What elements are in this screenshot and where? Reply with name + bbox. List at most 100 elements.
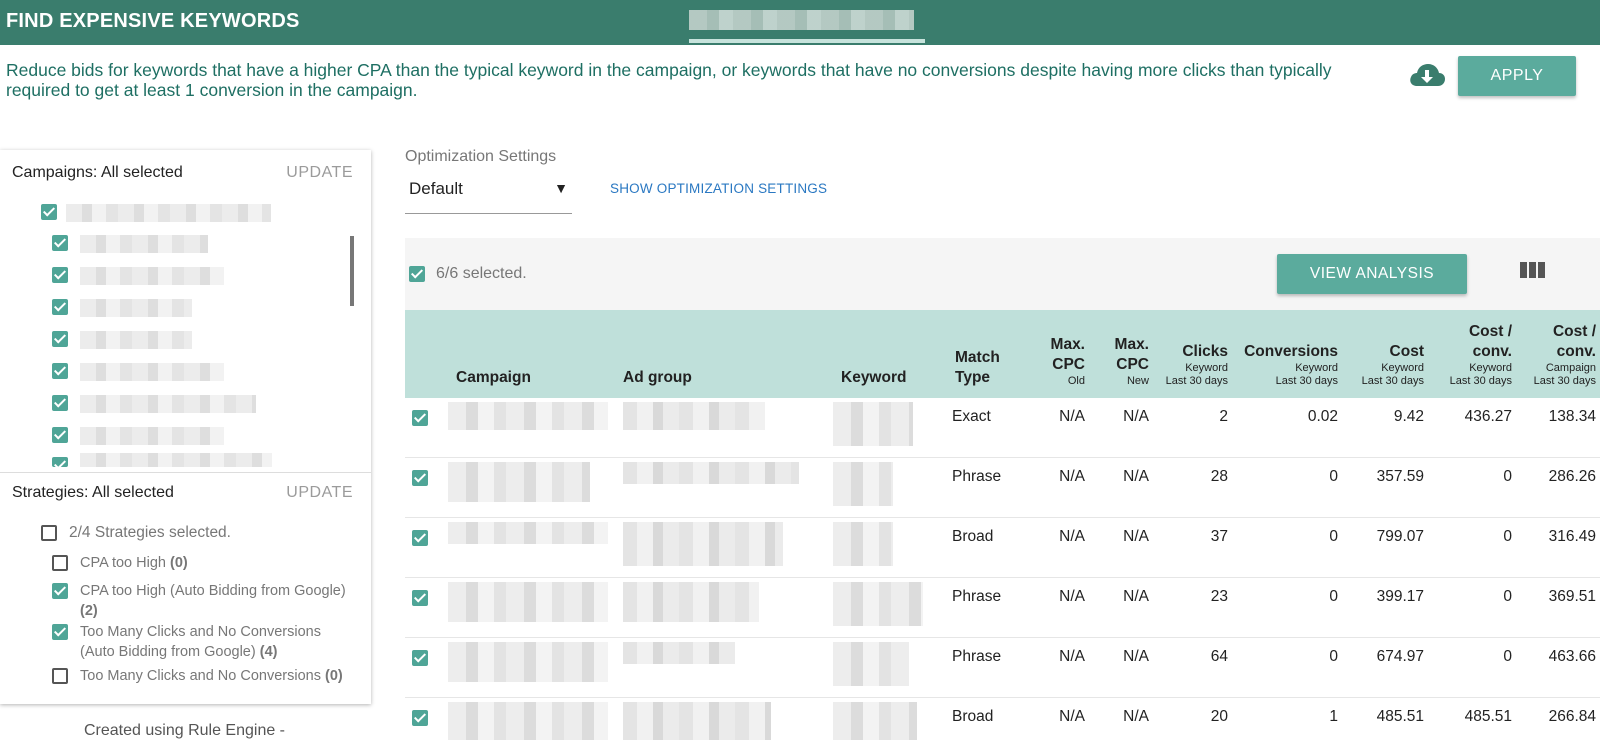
redacted-campaign-name [80, 395, 256, 413]
table-row[interactable]: Phrase N/A N/A 64 0 674.97 0 463.66 [405, 638, 1600, 698]
campaign-checkbox[interactable] [52, 235, 68, 251]
strategy-checkbox-too-many-clicks-auto[interactable] [52, 624, 68, 640]
redacted-keyword [833, 642, 909, 686]
max-cpc-old: N/A [1059, 708, 1085, 725]
campaigns-update-button[interactable]: UPDATE [286, 164, 353, 182]
columns-icon[interactable] [1520, 260, 1546, 280]
clicks: 64 [1210, 648, 1228, 665]
apply-button[interactable]: APPLY [1458, 56, 1576, 96]
campaign-checkbox[interactable] [52, 427, 68, 443]
row-checkbox[interactable] [412, 530, 428, 546]
row-checkbox[interactable] [412, 590, 428, 606]
cost-per-conv-campaign: 266.84 [1548, 708, 1596, 725]
strategy-checkbox-cpa-too-high[interactable] [52, 555, 68, 571]
col-ad-group[interactable]: Ad group [623, 368, 692, 388]
redacted-keyword [833, 582, 923, 626]
max-cpc-new: N/A [1123, 708, 1149, 725]
cost: 399.17 [1376, 588, 1424, 605]
strategies-summary: 2/4 Strategies selected. [69, 524, 231, 541]
redacted-campaign [448, 702, 608, 740]
col-keyword[interactable]: Keyword [841, 368, 906, 388]
max-cpc-new: N/A [1123, 588, 1149, 605]
campaign-list-scrollbar[interactable] [350, 236, 354, 306]
col-clicks[interactable]: Clicks Keyword Last 30 days [1145, 342, 1228, 388]
row-checkbox[interactable] [412, 650, 428, 666]
campaign-checkbox[interactable] [52, 457, 68, 467]
redacted-campaign [448, 582, 608, 622]
optimization-settings-value: Default [409, 179, 463, 198]
header-tab-redacted[interactable] [689, 8, 925, 43]
conversions: 1 [1329, 708, 1338, 725]
cost-per-conv-campaign: 138.34 [1548, 408, 1596, 425]
conversions: 0.02 [1307, 408, 1338, 425]
optimization-settings-select[interactable]: Default ▼ [405, 176, 572, 214]
max-cpc-new: N/A [1123, 648, 1149, 665]
redacted-ad-group [623, 402, 765, 430]
active-tab-underline [689, 39, 925, 43]
redacted-keyword [833, 462, 893, 506]
match-type: Phrase [952, 648, 1002, 665]
cloud-download-icon[interactable] [1408, 60, 1446, 90]
cost-per-conv-keyword: 0 [1503, 588, 1512, 605]
redacted-keyword [833, 402, 913, 446]
max-cpc-new: N/A [1123, 468, 1149, 485]
table-row[interactable]: Broad N/A N/A 20 1 485.51 485.51 266.84 [405, 698, 1600, 744]
strategy-checkbox-cpa-too-high-auto[interactable] [52, 583, 68, 599]
redacted-ad-group [623, 462, 799, 484]
strategy-checkbox-too-many-clicks[interactable] [52, 668, 68, 684]
redacted-campaign-name [80, 453, 272, 467]
cost: 485.51 [1376, 708, 1424, 725]
match-type: Phrase [952, 588, 1002, 605]
col-conversions[interactable]: Conversions Keyword Last 30 days [1228, 342, 1338, 388]
show-optimization-settings-link[interactable]: SHOW OPTIMIZATION SETTINGS [610, 181, 827, 196]
table-row[interactable]: Phrase N/A N/A 23 0 399.17 0 369.51 [405, 578, 1600, 638]
col-cost-per-conv-keyword[interactable]: Cost / conv. Keyword Last 30 days [1424, 322, 1512, 388]
row-checkbox[interactable] [412, 470, 428, 486]
campaign-checkbox[interactable] [52, 395, 68, 411]
conversions: 0 [1329, 588, 1338, 605]
table-row[interactable]: Exact N/A N/A 2 0.02 9.42 436.27 138.34 [405, 398, 1600, 458]
clicks: 37 [1210, 528, 1228, 545]
row-checkbox[interactable] [412, 410, 428, 426]
strategies-select-all-checkbox[interactable] [41, 525, 57, 541]
redacted-campaign [448, 462, 590, 502]
cost-per-conv-keyword: 436.27 [1464, 408, 1512, 425]
page-title: FIND EXPENSIVE KEYWORDS [6, 10, 300, 32]
col-campaign[interactable]: Campaign [456, 368, 531, 388]
redacted-ad-group [623, 642, 735, 664]
table-header: Campaign Ad group Keyword Match Type Max.… [405, 310, 1600, 398]
col-cost-per-conv-campaign[interactable]: Cost / conv. Campaign Last 30 days [1512, 322, 1596, 388]
col-max-cpc-old[interactable]: Max. CPC Old [1015, 335, 1085, 388]
match-type: Phrase [952, 468, 1002, 485]
campaign-checkbox[interactable] [52, 299, 68, 315]
app-header: FIND EXPENSIVE KEYWORDS [0, 0, 1600, 45]
view-analysis-button[interactable]: VIEW ANALYSIS [1277, 254, 1467, 294]
col-cost[interactable]: Cost Keyword Last 30 days [1338, 342, 1424, 388]
campaign-checkbox[interactable] [52, 267, 68, 283]
clicks: 20 [1210, 708, 1228, 725]
select-all-checkbox[interactable] [409, 266, 425, 282]
clicks: 23 [1210, 588, 1228, 605]
col-max-cpc-new[interactable]: Max. CPC New [1085, 335, 1149, 388]
campaign-select-all-checkbox[interactable] [41, 204, 57, 220]
strategies-update-button[interactable]: UPDATE [286, 484, 353, 502]
strategy-label: Too Many Clicks and No Conversions (Auto… [80, 624, 321, 660]
row-checkbox[interactable] [412, 710, 428, 726]
redacted-campaign-name [80, 331, 192, 349]
redacted-keyword [833, 702, 917, 740]
table-row[interactable]: Broad N/A N/A 37 0 799.07 0 316.49 [405, 518, 1600, 578]
redacted-campaign [448, 402, 608, 430]
max-cpc-old: N/A [1059, 408, 1085, 425]
clicks: 28 [1210, 468, 1228, 485]
col-match-type[interactable]: Match Type [955, 348, 1000, 388]
clicks: 2 [1219, 408, 1228, 425]
max-cpc-old: N/A [1059, 468, 1085, 485]
cost: 799.07 [1376, 528, 1424, 545]
table-row[interactable]: Phrase N/A N/A 28 0 357.59 0 286.26 [405, 458, 1600, 518]
redacted-ad-group [623, 702, 771, 740]
panel-divider [0, 472, 371, 473]
redacted-campaign-name [66, 204, 271, 222]
campaign-checkbox[interactable] [52, 331, 68, 347]
page-description: Reduce bids for keywords that have a hig… [6, 60, 1332, 100]
campaign-checkbox[interactable] [52, 363, 68, 379]
